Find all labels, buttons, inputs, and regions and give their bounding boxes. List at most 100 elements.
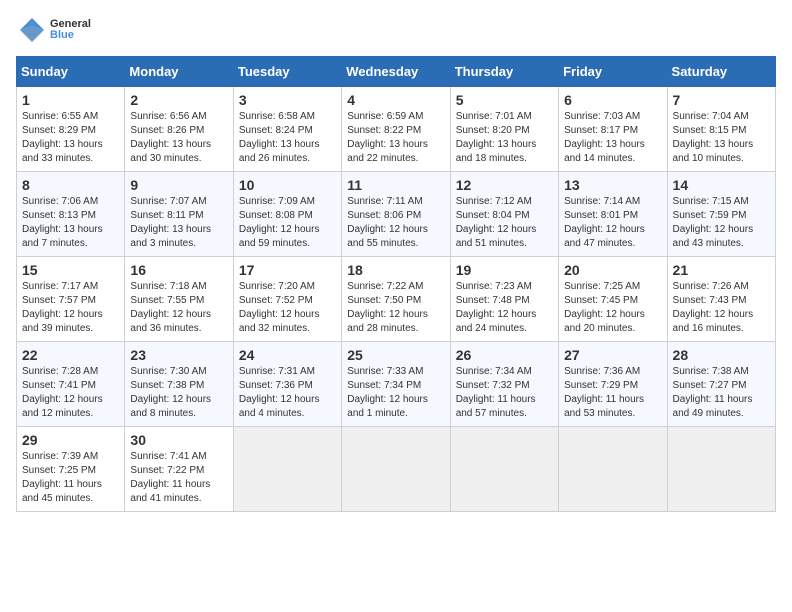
logo-icon <box>18 16 46 44</box>
day-info: Sunrise: 7:17 AM Sunset: 7:57 PM Dayligh… <box>22 280 119 336</box>
day-info: Sunrise: 7:18 AM Sunset: 7:55 PM Dayligh… <box>130 280 227 336</box>
logo-blue-text: Blue <box>50 30 91 41</box>
day-number: 16 <box>130 262 227 278</box>
day-number: 18 <box>347 262 444 278</box>
calendar-cell: 17Sunrise: 7:20 AM Sunset: 7:52 PM Dayli… <box>233 257 341 342</box>
calendar-cell: 11 Sunrise: 7:11 AM Sunset: 8:06 PM Dayli… <box>342 172 450 257</box>
day-info: Sunrise: 7:01 AM Sunset: 8:20 PM Dayligh… <box>456 110 553 166</box>
calendar-header-tuesday: Tuesday <box>233 57 341 87</box>
day-number: 7 <box>673 92 770 108</box>
day-info: Sunrise: 7:41 AM Sunset: 7:22 PM Dayligh… <box>130 450 227 506</box>
calendar-cell: 18 Sunrise: 7:22 AM Sunset: 7:50 PM Dayli… <box>342 257 450 342</box>
day-number: 10 <box>239 177 336 193</box>
day-info: Sunrise: 7:25 AM Sunset: 7:45 PM Dayligh… <box>564 280 661 336</box>
day-number: 12 <box>456 177 553 193</box>
day-info: Sunrise: 7:06 AM Sunset: 8:13 PM Dayligh… <box>22 195 119 251</box>
calendar-week-3: 15 Sunrise: 7:17 AM Sunset: 7:57 PM Dayli… <box>17 257 776 342</box>
day-number: 30 <box>130 432 227 448</box>
day-number: 1 <box>22 92 119 108</box>
calendar-cell: 6 Sunrise: 7:03 AM Sunset: 8:17 PM Daylig… <box>559 87 667 172</box>
calendar-cell: 4 Sunrise: 6:59 AM Sunset: 8:22 PM Daylig… <box>342 87 450 172</box>
calendar-cell: 29 Sunrise: 7:39 AM Sunset: 7:25 PM Dayli… <box>17 427 125 512</box>
day-number: 21 <box>673 262 770 278</box>
calendar-cell: 8Sunrise: 7:06 AM Sunset: 8:13 PM Daylig… <box>17 172 125 257</box>
calendar-cell: 14 Sunrise: 7:15 AM Sunset: 7:59 PM Dayli… <box>667 172 775 257</box>
day-info: Sunrise: 7:22 AM Sunset: 7:50 PM Dayligh… <box>347 280 444 336</box>
day-info: Sunrise: 7:33 AM Sunset: 7:34 PM Dayligh… <box>347 365 444 421</box>
day-info: Sunrise: 7:12 AM Sunset: 8:04 PM Dayligh… <box>456 195 553 251</box>
calendar-week-4: 22 Sunrise: 7:28 AM Sunset: 7:41 PM Dayli… <box>17 342 776 427</box>
day-number: 6 <box>564 92 661 108</box>
day-info: Sunrise: 7:30 AM Sunset: 7:38 PM Dayligh… <box>130 365 227 421</box>
calendar-cell: 10 Sunrise: 7:09 AM Sunset: 8:08 PM Dayli… <box>233 172 341 257</box>
day-number: 27 <box>564 347 661 363</box>
calendar-header-row: SundayMondayTuesdayWednesdayThursdayFrid… <box>17 57 776 87</box>
day-info: Sunrise: 7:39 AM Sunset: 7:25 PM Dayligh… <box>22 450 119 506</box>
calendar-cell: 19 Sunrise: 7:23 AM Sunset: 7:48 PM Dayli… <box>450 257 558 342</box>
day-info: Sunrise: 7:36 AM Sunset: 7:29 PM Dayligh… <box>564 365 661 421</box>
calendar-cell: 9 Sunrise: 7:07 AM Sunset: 8:11 PM Daylig… <box>125 172 233 257</box>
calendar-cell: 30 Sunrise: 7:41 AM Sunset: 7:22 PM Dayli… <box>125 427 233 512</box>
calendar-week-1: 1Sunrise: 6:55 AM Sunset: 8:29 PM Daylig… <box>17 87 776 172</box>
calendar-cell <box>342 427 450 512</box>
calendar-cell: 1Sunrise: 6:55 AM Sunset: 8:29 PM Daylig… <box>17 87 125 172</box>
calendar-cell: 15 Sunrise: 7:17 AM Sunset: 7:57 PM Dayli… <box>17 257 125 342</box>
day-number: 29 <box>22 432 119 448</box>
day-info: Sunrise: 7:03 AM Sunset: 8:17 PM Dayligh… <box>564 110 661 166</box>
calendar-cell: 5 Sunrise: 7:01 AM Sunset: 8:20 PM Daylig… <box>450 87 558 172</box>
calendar-cell: 26Sunrise: 7:34 AM Sunset: 7:32 PM Dayli… <box>450 342 558 427</box>
day-number: 3 <box>239 92 336 108</box>
day-number: 2 <box>130 92 227 108</box>
calendar-cell <box>667 427 775 512</box>
calendar-header-friday: Friday <box>559 57 667 87</box>
day-info: Sunrise: 7:09 AM Sunset: 8:08 PM Dayligh… <box>239 195 336 251</box>
calendar-cell: 23 Sunrise: 7:30 AM Sunset: 7:38 PM Dayli… <box>125 342 233 427</box>
day-info: Sunrise: 7:11 AM Sunset: 8:06 PM Dayligh… <box>347 195 444 251</box>
day-number: 24 <box>239 347 336 363</box>
day-info: Sunrise: 7:31 AM Sunset: 7:36 PM Dayligh… <box>239 365 336 421</box>
calendar-cell <box>559 427 667 512</box>
calendar-cell: 16 Sunrise: 7:18 AM Sunset: 7:55 PM Dayli… <box>125 257 233 342</box>
day-info: Sunrise: 6:56 AM Sunset: 8:26 PM Dayligh… <box>130 110 227 166</box>
day-number: 15 <box>22 262 119 278</box>
day-info: Sunrise: 7:15 AM Sunset: 7:59 PM Dayligh… <box>673 195 770 251</box>
day-info: Sunrise: 7:28 AM Sunset: 7:41 PM Dayligh… <box>22 365 119 421</box>
day-number: 20 <box>564 262 661 278</box>
logo: General Blue <box>16 16 91 44</box>
calendar-cell: 24 Sunrise: 7:31 AM Sunset: 7:36 PM Dayli… <box>233 342 341 427</box>
calendar-header-thursday: Thursday <box>450 57 558 87</box>
calendar-cell: 13 Sunrise: 7:14 AM Sunset: 8:01 PM Dayli… <box>559 172 667 257</box>
calendar-week-2: 8Sunrise: 7:06 AM Sunset: 8:13 PM Daylig… <box>17 172 776 257</box>
day-number: 28 <box>673 347 770 363</box>
day-info: Sunrise: 7:34 AM Sunset: 7:32 PM Dayligh… <box>456 365 553 421</box>
day-number: 13 <box>564 177 661 193</box>
day-info: Sunrise: 7:38 AM Sunset: 7:27 PM Dayligh… <box>673 365 770 421</box>
day-number: 9 <box>130 177 227 193</box>
day-number: 17 <box>239 262 336 278</box>
calendar-cell: 21 Sunrise: 7:26 AM Sunset: 7:43 PM Dayli… <box>667 257 775 342</box>
day-info: Sunrise: 7:07 AM Sunset: 8:11 PM Dayligh… <box>130 195 227 251</box>
calendar-header-sunday: Sunday <box>17 57 125 87</box>
day-number: 23 <box>130 347 227 363</box>
calendar-header-monday: Monday <box>125 57 233 87</box>
day-info: Sunrise: 7:14 AM Sunset: 8:01 PM Dayligh… <box>564 195 661 251</box>
day-number: 11 <box>347 177 444 193</box>
day-info: Sunrise: 7:26 AM Sunset: 7:43 PM Dayligh… <box>673 280 770 336</box>
calendar-table: SundayMondayTuesdayWednesdayThursdayFrid… <box>16 56 776 512</box>
day-number: 19 <box>456 262 553 278</box>
day-info: Sunrise: 7:04 AM Sunset: 8:15 PM Dayligh… <box>673 110 770 166</box>
day-info: Sunrise: 6:59 AM Sunset: 8:22 PM Dayligh… <box>347 110 444 166</box>
day-number: 14 <box>673 177 770 193</box>
page-header: General Blue <box>16 16 776 44</box>
calendar-cell: 12 Sunrise: 7:12 AM Sunset: 8:04 PM Dayli… <box>450 172 558 257</box>
calendar-cell: 2 Sunrise: 6:56 AM Sunset: 8:26 PM Daylig… <box>125 87 233 172</box>
day-number: 22 <box>22 347 119 363</box>
day-number: 25 <box>347 347 444 363</box>
calendar-cell: 22 Sunrise: 7:28 AM Sunset: 7:41 PM Dayli… <box>17 342 125 427</box>
day-number: 5 <box>456 92 553 108</box>
day-info: Sunrise: 7:23 AM Sunset: 7:48 PM Dayligh… <box>456 280 553 336</box>
day-number: 4 <box>347 92 444 108</box>
calendar-header-saturday: Saturday <box>667 57 775 87</box>
calendar-cell: 28 Sunrise: 7:38 AM Sunset: 7:27 PM Dayli… <box>667 342 775 427</box>
day-info: Sunrise: 6:58 AM Sunset: 8:24 PM Dayligh… <box>239 110 336 166</box>
